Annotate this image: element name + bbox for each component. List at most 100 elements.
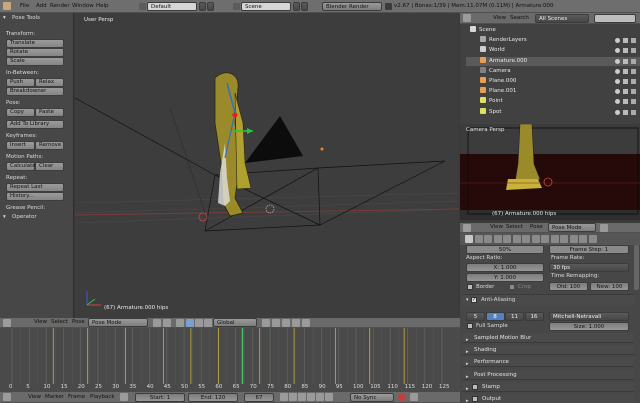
auto-key-icon[interactable] (398, 393, 406, 401)
rotate-manip-icon[interactable] (195, 319, 203, 327)
bone-constraints-tab-icon[interactable] (550, 235, 559, 243)
visibility-icon[interactable] (615, 99, 620, 105)
anti-aliasing-checkbox[interactable]: ✓ (471, 297, 477, 303)
properties-mode-selector[interactable]: Pose Mode (548, 223, 596, 232)
keying-set-icon[interactable] (410, 393, 418, 401)
remove-layout-button[interactable] (207, 2, 214, 11)
history-button[interactable]: History... (6, 192, 64, 201)
selectable-icon[interactable] (623, 48, 628, 54)
outliner-item[interactable]: RenderLayers (466, 36, 640, 45)
play-reverse-icon[interactable] (298, 393, 306, 401)
selectable-icon[interactable] (623, 99, 628, 105)
properties-menu-select[interactable]: Select (506, 223, 523, 232)
copy-pose-button[interactable]: Copy (6, 108, 35, 117)
world-tab-icon[interactable] (493, 235, 502, 243)
operator-panel[interactable]: Operator (12, 213, 37, 221)
editor-type-icon[interactable] (3, 319, 11, 327)
properties-shading-icon[interactable] (600, 224, 608, 232)
outliner-item[interactable]: Plane.001 (466, 87, 640, 96)
add-layout-button[interactable] (199, 2, 206, 11)
time-new-field[interactable]: New: 100 (590, 282, 629, 291)
jump-end-icon[interactable] (325, 393, 333, 401)
layers-icon[interactable] (262, 319, 270, 327)
section-post-processing[interactable]: ▸ Post Processing (462, 369, 634, 380)
add-scene-button[interactable] (293, 2, 300, 11)
selectable-icon[interactable] (623, 58, 628, 64)
physics-tab-icon[interactable] (588, 235, 597, 243)
rotate-button[interactable]: Rotate (6, 48, 64, 57)
aa-samples-8-button[interactable]: 8 (485, 312, 505, 321)
breakdowner-button[interactable]: Breakdowner (6, 87, 64, 96)
timeline-editor-icon[interactable] (3, 393, 11, 401)
section-checkbox[interactable] (472, 396, 478, 402)
frame-step-field[interactable]: Frame Step: 1 (549, 245, 629, 254)
bone-tab-icon[interactable] (541, 235, 549, 243)
outliner-item[interactable]: Armature.000 (466, 56, 640, 66)
filter-selector[interactable]: Mitchell-Netravali (549, 312, 629, 321)
renderable-icon[interactable] (631, 109, 636, 115)
object-tab-icon[interactable] (503, 235, 511, 243)
render-preview-icon[interactable] (302, 319, 310, 327)
section-performance[interactable]: ▸ Performance (462, 357, 634, 368)
menu-add[interactable]: Add (36, 2, 47, 11)
selectable-icon[interactable] (623, 38, 628, 44)
visibility-icon[interactable] (615, 58, 620, 64)
aa-samples-16-button[interactable]: 16 (524, 312, 544, 321)
selectable-icon[interactable] (623, 89, 628, 95)
pivot-icon[interactable] (163, 319, 171, 327)
renderable-icon[interactable] (631, 58, 636, 64)
renderable-icon[interactable] (631, 38, 636, 44)
menu-file[interactable]: File (20, 2, 29, 11)
translate-manip-icon[interactable] (186, 319, 194, 327)
renderable-icon[interactable] (631, 89, 636, 95)
outliner-filter-selector[interactable]: All Scenes (535, 14, 589, 23)
translate-button[interactable]: Translate (6, 39, 64, 48)
outliner-item[interactable]: Camera (466, 66, 640, 76)
border-checkbox[interactable] (467, 284, 473, 290)
aspect-y-field[interactable]: Y: 1.000 (466, 273, 544, 282)
aa-samples-11-button[interactable]: 11 (505, 312, 524, 321)
selectable-icon[interactable] (623, 109, 628, 115)
insert-keyframe-button[interactable]: Insert (6, 141, 35, 150)
timeline-menu-marker[interactable]: Marker (45, 393, 64, 402)
end-frame-field[interactable]: End: 120 (188, 393, 238, 402)
outliner-item[interactable]: Point (466, 97, 640, 106)
aa-samples-5-button[interactable]: 5 (466, 312, 485, 321)
paste-pose-button[interactable]: Paste (35, 108, 64, 117)
timeline-area[interactable] (0, 328, 460, 392)
properties-menu-pose[interactable]: Pose (530, 223, 543, 232)
remove-keyframe-button[interactable]: Remove (35, 141, 64, 150)
clear-paths-button[interactable]: Clear (35, 162, 64, 171)
render-tab-icon[interactable] (465, 235, 473, 243)
renderable-icon[interactable] (631, 99, 636, 105)
texture-tab-icon[interactable] (569, 235, 578, 243)
layout-selector[interactable]: Default (147, 2, 197, 11)
operator-collapse-icon[interactable]: ▾ (3, 213, 6, 221)
menu-render[interactable]: Render (50, 2, 70, 11)
camera-viewport[interactable] (460, 124, 640, 220)
renderable-icon[interactable] (631, 79, 636, 84)
fps-selector[interactable]: 30 fps (549, 263, 629, 272)
outliner-item[interactable]: Scene (466, 26, 640, 35)
relax-button[interactable]: Relax (35, 78, 64, 87)
outliner-item[interactable]: World (466, 46, 640, 55)
section-checkbox[interactable] (472, 383, 478, 390)
snap-icon[interactable] (282, 319, 290, 327)
play-icon[interactable] (307, 393, 315, 401)
outliner-menu-search[interactable]: Search (510, 14, 529, 23)
timeline-menu-view[interactable]: View (28, 393, 41, 402)
record-icon[interactable] (120, 393, 128, 401)
outliner-menu-view[interactable]: View (493, 14, 506, 23)
viewport-menu-select[interactable]: Select (51, 318, 68, 327)
render-engine-selector[interactable]: Blender Render (322, 2, 382, 11)
time-old-field[interactable]: Old: 100 (549, 282, 588, 291)
proportional-icon[interactable] (292, 319, 300, 327)
properties-scrollbar[interactable] (634, 245, 639, 290)
aspect-x-field[interactable]: X: 1.000 (466, 263, 544, 272)
filter-size-field[interactable]: Size: 1.000 (549, 322, 629, 331)
modifiers-tab-icon[interactable] (522, 235, 530, 243)
timeline-menu-playback[interactable]: Playback (90, 393, 115, 402)
jump-start-icon[interactable] (280, 393, 288, 401)
renderable-icon[interactable] (631, 48, 636, 54)
section-stamp[interactable]: ▸ Stamp (462, 381, 634, 392)
